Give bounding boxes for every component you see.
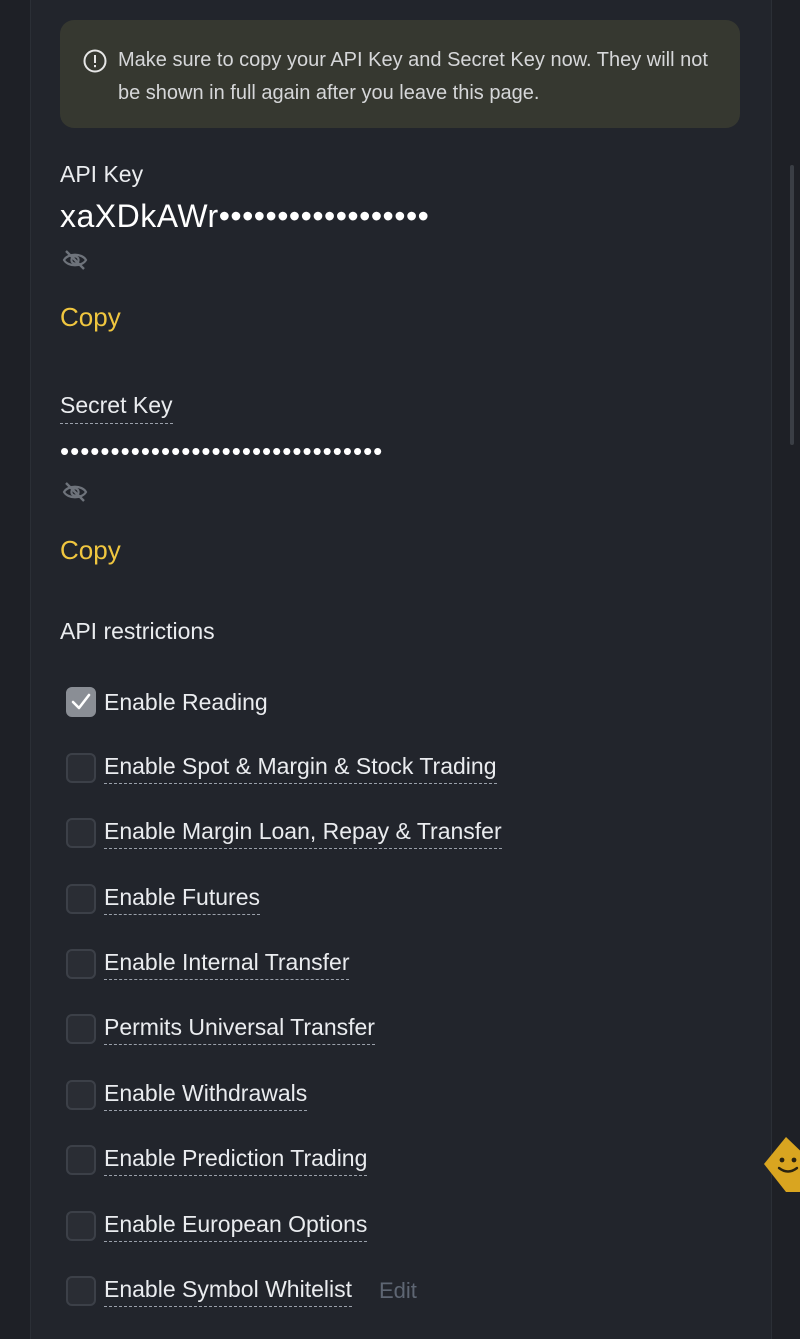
api-key-value: xaXDkAWr•••••••••••••••••• <box>60 198 430 234</box>
checkbox[interactable] <box>66 753 96 783</box>
scrollbar[interactable] <box>790 165 794 445</box>
restriction-futures[interactable]: Enable Futures <box>66 882 260 916</box>
restriction-enable-reading[interactable]: Enable Reading <box>66 685 268 719</box>
secret-key-value: •••••••••••••••••••••••••••••••• <box>60 436 384 466</box>
checkbox[interactable] <box>66 1080 96 1110</box>
restriction-margin-loan[interactable]: Enable Margin Loan, Repay & Transfer <box>66 816 502 850</box>
eye-off-icon[interactable] <box>61 248 89 272</box>
restriction-label: Enable Prediction Trading <box>104 1145 368 1176</box>
restriction-label: Enable European Options <box>104 1211 368 1242</box>
warning-notice: Make sure to copy your API Key and Secre… <box>60 20 740 128</box>
checkbox[interactable] <box>66 1145 96 1175</box>
restriction-label: Enable Futures <box>104 884 260 915</box>
restriction-label: Enable Spot & Margin & Stock Trading <box>104 753 497 784</box>
restriction-label: Permits Universal Transfer <box>104 1014 375 1045</box>
checkbox[interactable] <box>66 1211 96 1241</box>
restriction-label: Enable Symbol Whitelist <box>104 1276 352 1307</box>
restriction-internal-transfer[interactable]: Enable Internal Transfer <box>66 947 350 981</box>
support-chat-icon[interactable] <box>762 1134 800 1194</box>
restriction-withdrawals[interactable]: Enable Withdrawals <box>66 1078 308 1112</box>
checkbox[interactable] <box>66 818 96 848</box>
info-circle-icon <box>83 49 107 73</box>
notice-text: Make sure to copy your API Key and Secre… <box>118 49 708 104</box>
api-key-label: API Key <box>60 161 144 187</box>
restrictions-title: API restrictions <box>60 618 215 644</box>
restriction-spot-margin-stock-trading[interactable]: Enable Spot & Margin & Stock Trading <box>66 751 497 785</box>
restriction-prediction-trading[interactable]: Enable Prediction Trading <box>66 1143 368 1177</box>
checkbox[interactable] <box>66 1276 96 1306</box>
checkbox[interactable] <box>66 884 96 914</box>
copy-secret-key-button[interactable]: Copy <box>60 535 121 566</box>
edit-whitelist-link[interactable]: Edit <box>379 1278 417 1304</box>
restriction-label: Enable Withdrawals <box>104 1080 308 1111</box>
checkbox[interactable] <box>66 1014 96 1044</box>
restriction-universal-transfer[interactable]: Permits Universal Transfer <box>66 1012 375 1046</box>
restriction-label: Enable Margin Loan, Repay & Transfer <box>104 818 502 849</box>
eye-off-icon[interactable] <box>61 480 89 504</box>
checkbox[interactable] <box>66 949 96 979</box>
checkmark-icon <box>71 693 91 710</box>
restriction-label: Enable Internal Transfer <box>104 949 350 980</box>
secret-key-label[interactable]: Secret Key <box>60 392 173 424</box>
checkbox[interactable] <box>66 687 96 717</box>
restriction-european-options[interactable]: Enable European Options <box>66 1209 368 1243</box>
copy-api-key-button[interactable]: Copy <box>60 302 121 333</box>
restriction-symbol-whitelist[interactable]: Enable Symbol Whitelist Edit <box>66 1274 417 1308</box>
restriction-label: Enable Reading <box>104 688 268 715</box>
